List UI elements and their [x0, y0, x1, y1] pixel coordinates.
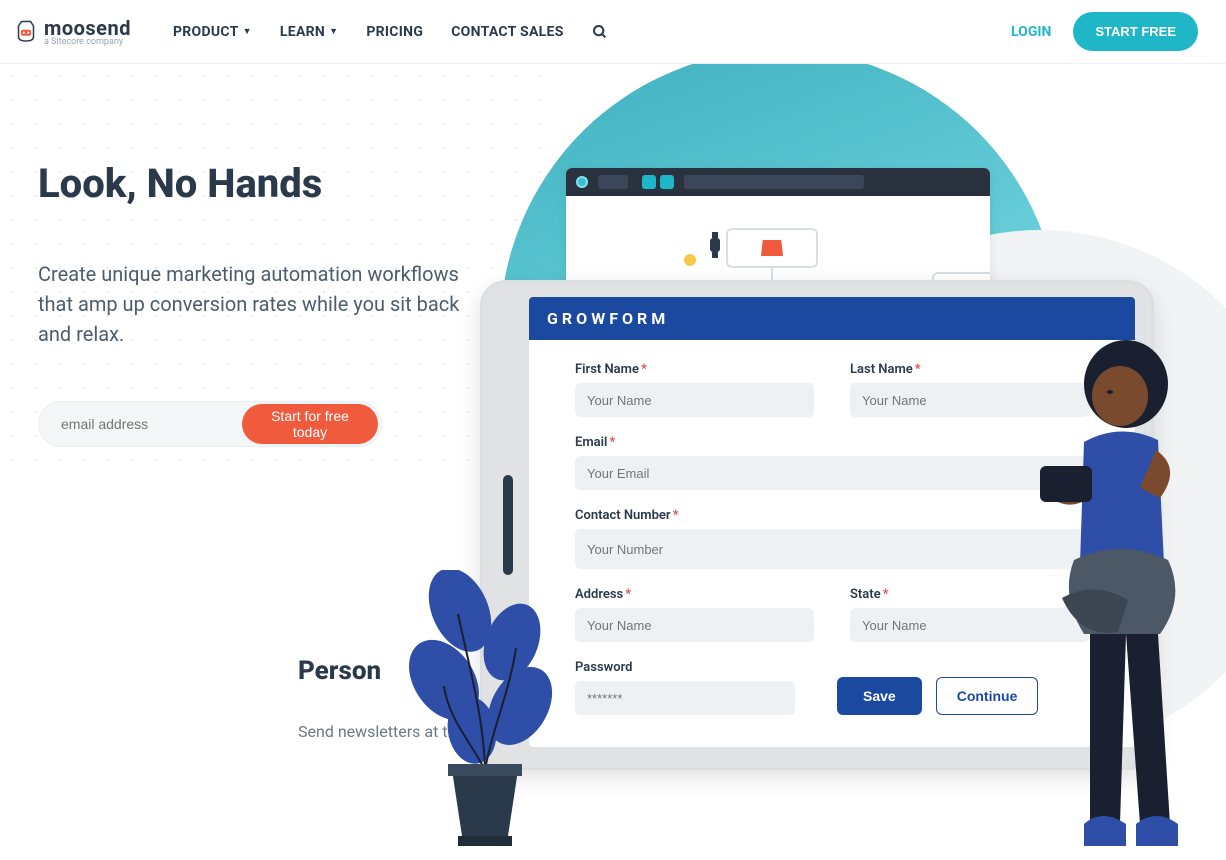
nav-product-label: PRODUCT	[173, 24, 239, 40]
logo-sub: a Sitecore company	[44, 37, 131, 47]
label-text: Last Name	[850, 362, 913, 377]
nav-contact[interactable]: CONTACT SALES	[451, 24, 563, 40]
password-input[interactable]	[575, 681, 795, 715]
contact-number-input[interactable]	[575, 529, 1089, 569]
address-label: Address*	[575, 587, 814, 602]
start-free-button[interactable]: START FREE	[1073, 12, 1198, 51]
start-free-today-button[interactable]: Start for free today	[242, 404, 378, 444]
hero-title: Look, No Hands	[38, 160, 478, 207]
save-button[interactable]: Save	[837, 677, 922, 715]
email-input[interactable]	[61, 416, 242, 432]
window-dot-icon	[576, 176, 588, 188]
label-text: Address	[575, 587, 623, 602]
label-text: First Name	[575, 362, 639, 377]
form-brand: GROWFORM	[529, 297, 1135, 340]
plant-illustration	[400, 570, 570, 860]
nav-learn[interactable]: LEARN ▼	[280, 24, 338, 40]
nav-pricing[interactable]: PRICING	[366, 24, 423, 40]
form-email-input[interactable]	[575, 456, 1089, 490]
required-asterisk: *	[915, 362, 921, 377]
logo[interactable]: moosend a Sitecore company	[8, 16, 137, 47]
illustration-toolbar	[566, 168, 990, 196]
watch-icon	[706, 232, 724, 260]
header-right: LOGIN START FREE	[1011, 12, 1218, 51]
cart-icon	[761, 240, 783, 256]
nav-pricing-label: PRICING	[366, 24, 423, 40]
signup-pill: Start for free today	[38, 401, 382, 447]
flow-card	[726, 228, 818, 268]
address-input[interactable]	[575, 608, 814, 642]
tablet-home-button	[503, 475, 513, 575]
toolbar-segment	[598, 175, 628, 189]
first-name-label: First Name*	[575, 362, 814, 377]
hero: Look, No Hands Create unique marketing a…	[38, 160, 478, 447]
toolbar-segment	[684, 175, 864, 189]
email-label: Email*	[575, 435, 1089, 450]
hero-body: Create unique marketing automation workf…	[38, 259, 478, 349]
nav-contact-label: CONTACT SALES	[451, 24, 563, 40]
yellow-dot-icon	[684, 254, 696, 266]
label-text: Email	[575, 435, 607, 450]
required-asterisk: *	[673, 508, 679, 523]
required-asterisk: *	[625, 587, 631, 602]
required-asterisk: *	[609, 435, 615, 450]
password-label: Password	[575, 660, 795, 675]
first-name-input[interactable]	[575, 383, 814, 417]
toolbar-segment	[660, 175, 674, 189]
person-illustration	[1040, 338, 1220, 858]
login-link[interactable]: LOGIN	[1011, 24, 1051, 40]
chevron-down-icon: ▼	[243, 26, 252, 37]
continue-button[interactable]: Continue	[936, 677, 1039, 715]
primary-nav: PRODUCT ▼ LEARN ▼ PRICING CONTACT SALES	[173, 24, 608, 40]
toolbar-segment	[642, 175, 656, 189]
search-icon[interactable]	[592, 24, 608, 40]
label-text: State	[850, 587, 881, 602]
label-text: Contact Number	[575, 508, 671, 523]
chevron-down-icon: ▼	[329, 26, 338, 37]
required-asterisk: *	[883, 587, 889, 602]
nav-learn-label: LEARN	[280, 24, 325, 40]
required-asterisk: *	[641, 362, 647, 377]
header: moosend a Sitecore company PRODUCT ▼ LEAR…	[0, 0, 1226, 64]
nav-product[interactable]: PRODUCT ▼	[173, 24, 252, 40]
moosend-logo-icon	[14, 20, 38, 44]
contact-number-label: Contact Number*	[575, 508, 1089, 523]
